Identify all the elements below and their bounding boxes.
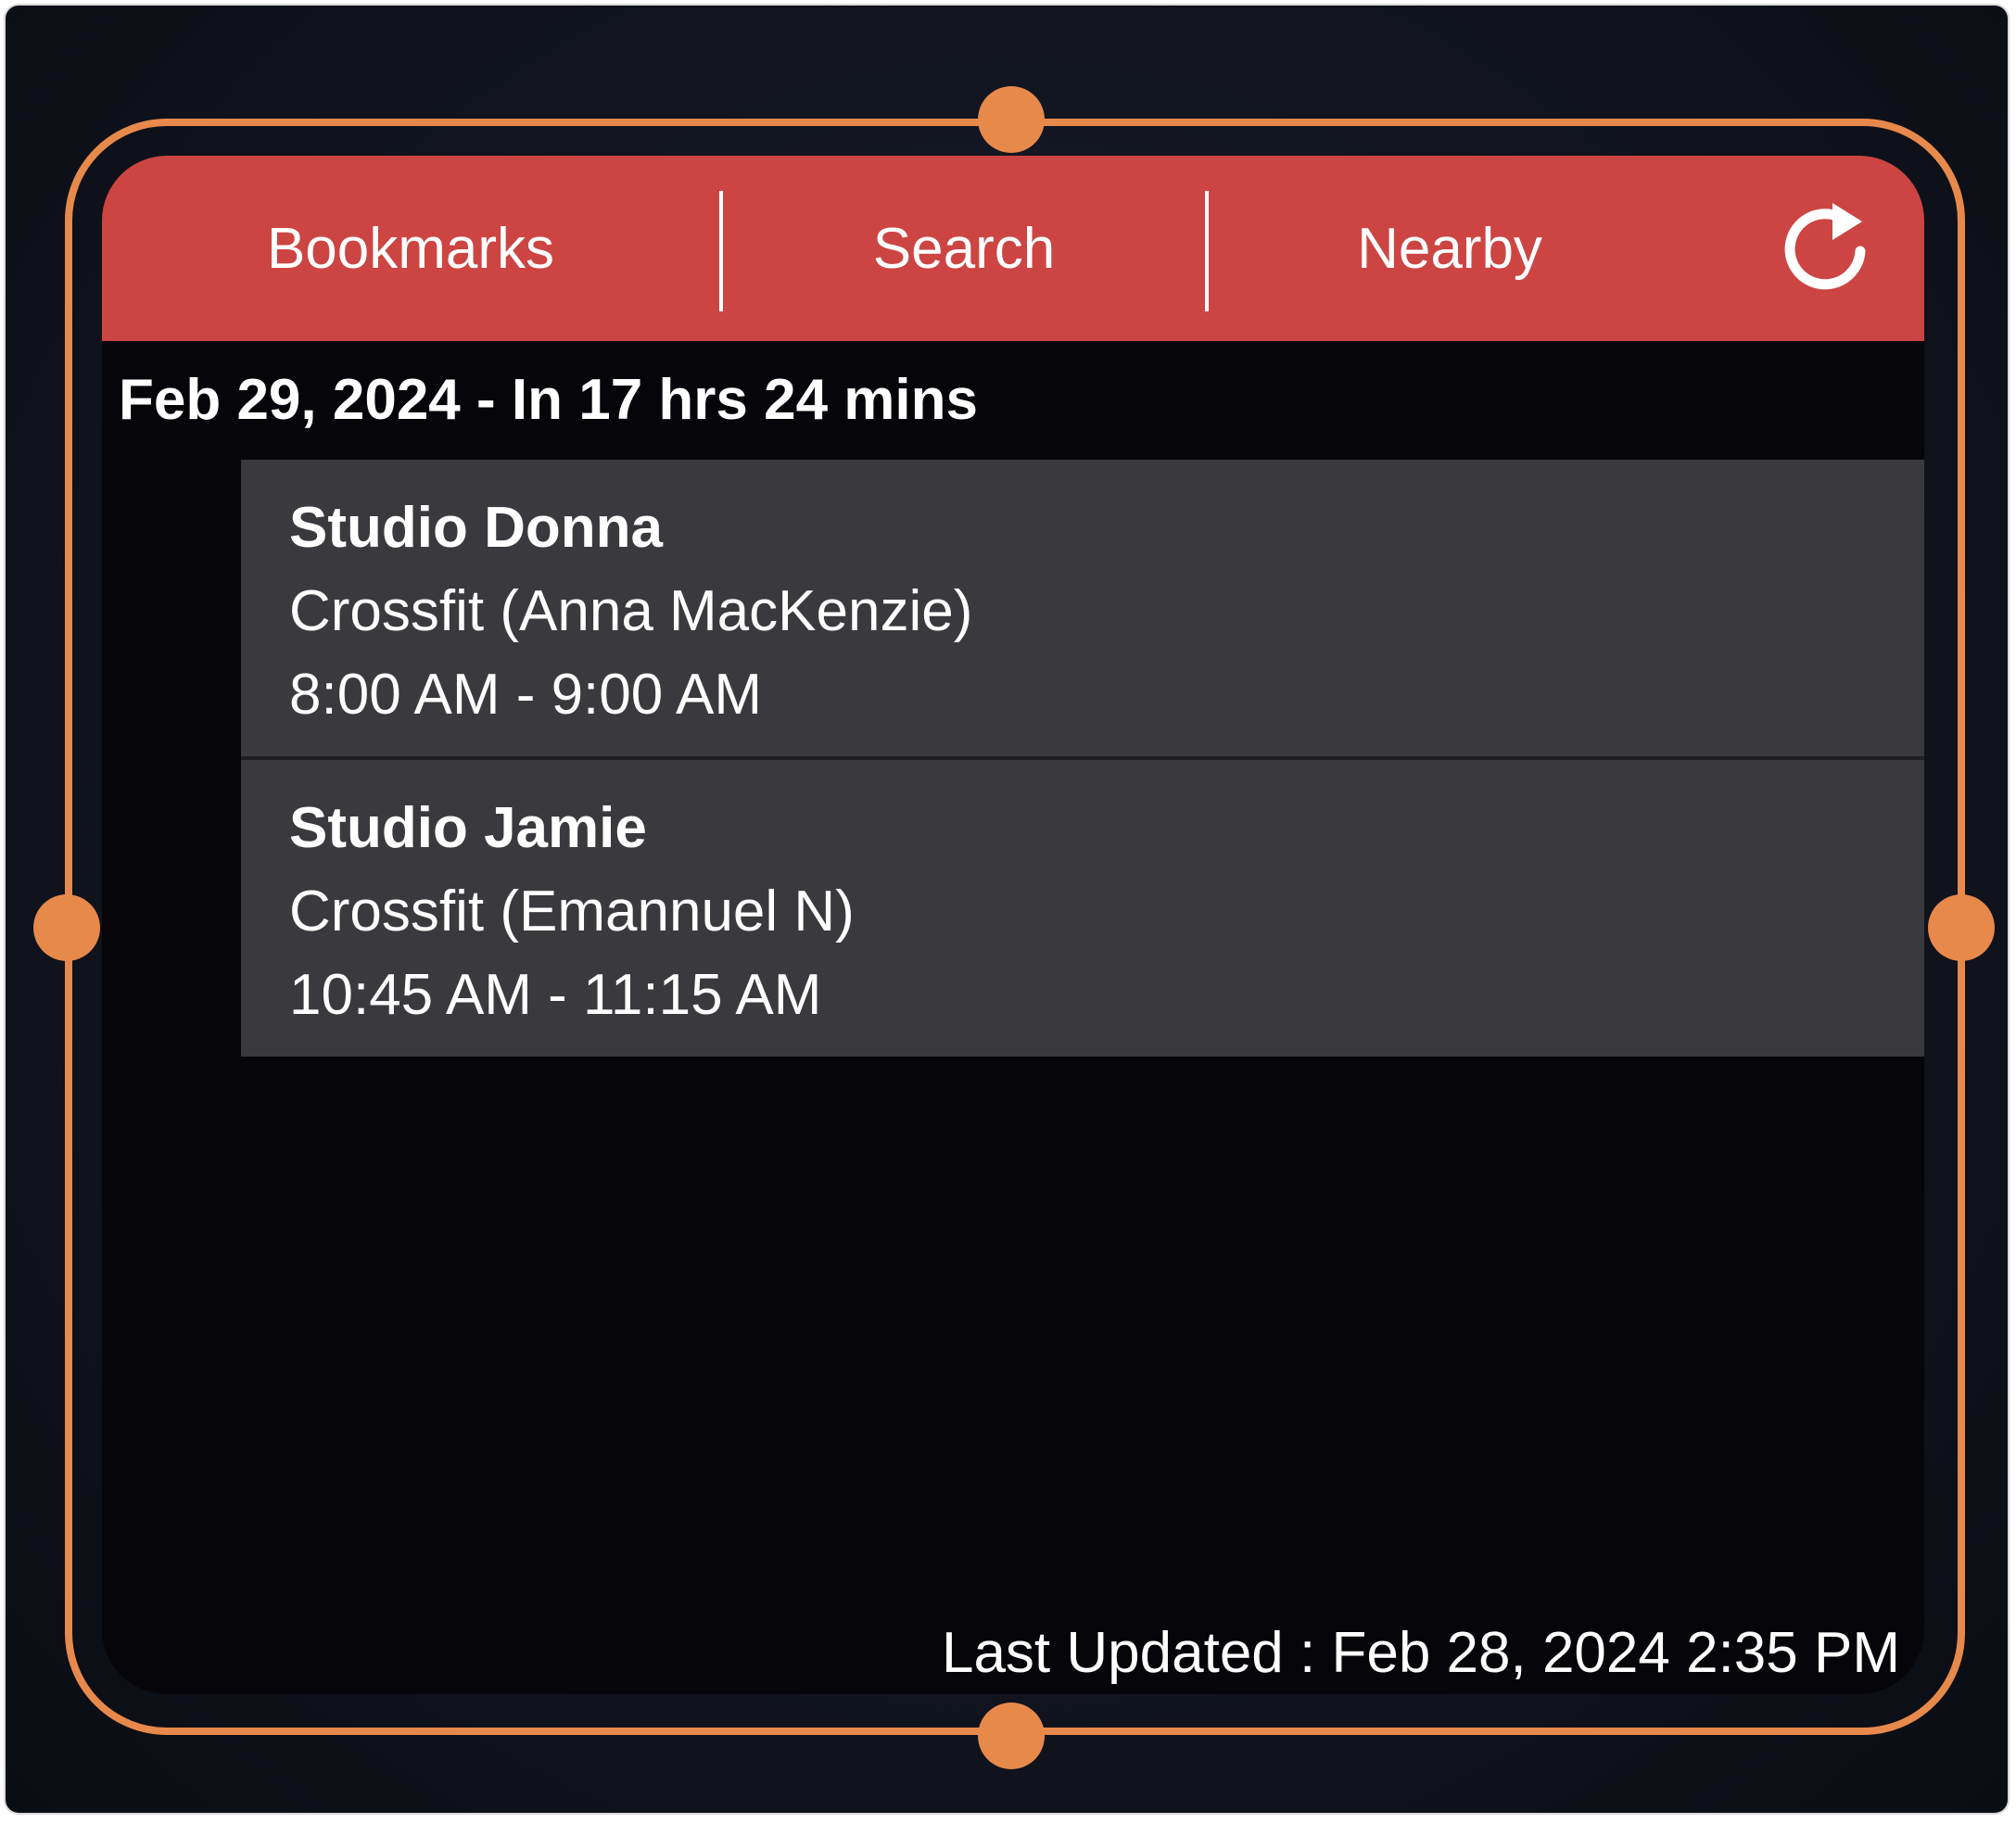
resize-handle-top[interactable]: [978, 86, 1045, 153]
list-item[interactable]: Studio Donna Crossfit (Anna MacKenzie) 8…: [241, 460, 1924, 756]
class-time: 8:00 AM - 9:00 AM: [289, 663, 763, 727]
last-updated-text: Last Updated : Feb 28, 2024 2:35 PM: [941, 1621, 1900, 1685]
class-time: 10:45 AM - 11:15 AM: [289, 963, 822, 1027]
resize-handle-right[interactable]: [1928, 894, 1995, 961]
refresh-icon: [1784, 203, 1866, 290]
studio-name: Studio Donna: [289, 496, 663, 560]
resize-handle-left[interactable]: [33, 894, 100, 961]
schedule-widget: Bookmarks Search Nearby Feb 29, 2024 - I…: [102, 156, 1924, 1694]
date-header: Feb 29, 2024 - In 17 hrs 24 mins: [119, 368, 979, 432]
home-screen-background: Bookmarks Search Nearby Feb 29, 2024 - I…: [6, 6, 2008, 1813]
refresh-button[interactable]: [1770, 193, 1882, 304]
class-name: Crossfit (Anna MacKenzie): [289, 579, 973, 643]
resize-handle-bottom[interactable]: [978, 1703, 1045, 1769]
tab-nearby[interactable]: Nearby: [1209, 156, 1691, 341]
tab-bar: Bookmarks Search Nearby: [102, 156, 1924, 341]
tab-bookmarks[interactable]: Bookmarks: [102, 156, 719, 341]
class-name: Crossfit (Emannuel N): [289, 880, 855, 943]
tab-search[interactable]: Search: [723, 156, 1205, 341]
list-item[interactable]: Studio Jamie Crossfit (Emannuel N) 10:45…: [241, 760, 1924, 1057]
studio-name: Studio Jamie: [289, 796, 647, 860]
